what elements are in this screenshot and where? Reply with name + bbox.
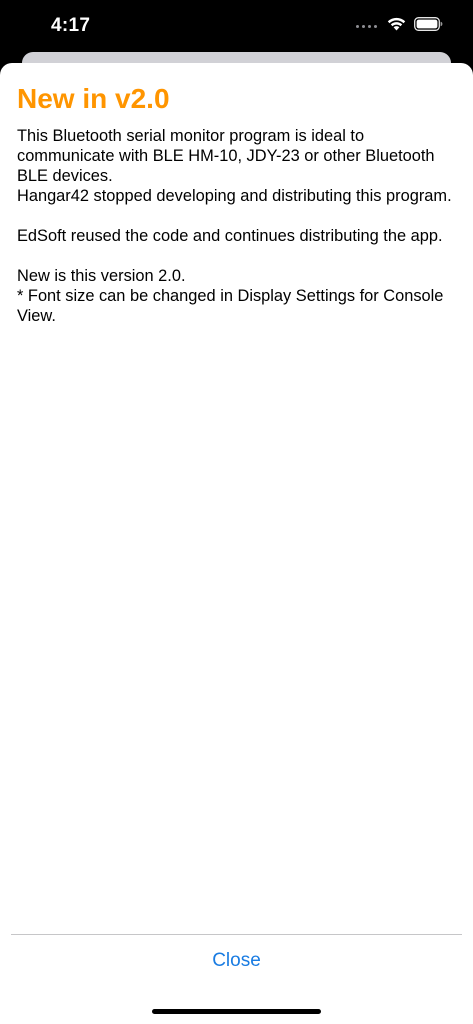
close-button[interactable]: Close: [0, 947, 473, 975]
wifi-icon: [387, 17, 406, 36]
battery-icon: [414, 17, 443, 36]
status-time: 4:17: [51, 15, 91, 36]
release-notes-paragraph: EdSoft reused the code and continues dis…: [17, 227, 443, 245]
whats-new-sheet: New in v2.0 This Bluetooth serial monito…: [0, 63, 473, 1024]
screen: 4:17 New in v2.0 This Bluetooth serial m…: [0, 0, 473, 1024]
signal-dots-icon: [356, 25, 377, 28]
release-notes-paragraph: New is this version 2.0.: [17, 267, 186, 285]
release-notes-text: This Bluetooth serial monitor program is…: [17, 126, 457, 326]
release-notes-paragraph: This Bluetooth serial monitor program is…: [17, 127, 435, 185]
footer-divider: [11, 934, 462, 935]
sheet-title: New in v2.0: [17, 83, 170, 114]
release-notes-paragraph: * Font size can be changed in Display Se…: [17, 287, 444, 325]
status-bar: 4:17: [0, 0, 473, 52]
status-icons: [356, 17, 443, 36]
release-notes-paragraph: Hangar42 stopped developing and distribu…: [17, 187, 452, 205]
home-indicator[interactable]: [152, 1009, 321, 1014]
